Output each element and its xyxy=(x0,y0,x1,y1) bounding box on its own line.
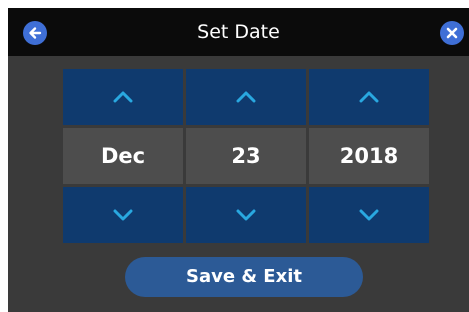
chevron-down-icon xyxy=(113,209,133,221)
title-bar: Set Date xyxy=(8,8,469,56)
month-down-button[interactable] xyxy=(63,187,183,243)
date-picker: Dec 23 2018 xyxy=(63,69,429,243)
save-exit-button[interactable]: Save & Exit xyxy=(125,257,363,297)
month-value: Dec xyxy=(63,128,183,184)
year-up-button[interactable] xyxy=(309,69,429,125)
year-down-button[interactable] xyxy=(309,187,429,243)
year-value: 2018 xyxy=(309,128,429,184)
close-button[interactable] xyxy=(440,21,464,45)
day-column: 23 xyxy=(186,69,306,243)
back-button[interactable] xyxy=(23,21,47,45)
day-up-button[interactable] xyxy=(186,69,306,125)
page-title: Set Date xyxy=(197,21,280,43)
chevron-up-icon xyxy=(236,91,256,103)
day-down-button[interactable] xyxy=(186,187,306,243)
chevron-up-icon xyxy=(359,91,379,103)
chevron-down-icon xyxy=(359,209,379,221)
day-value: 23 xyxy=(186,128,306,184)
arrow-left-icon xyxy=(29,27,42,39)
year-column: 2018 xyxy=(309,69,429,243)
month-column: Dec xyxy=(63,69,183,243)
close-icon xyxy=(446,27,458,39)
chevron-down-icon xyxy=(236,209,256,221)
month-up-button[interactable] xyxy=(63,69,183,125)
date-screen: Set Date Dec 23 2018 Save & Exit xyxy=(8,8,469,312)
chevron-up-icon xyxy=(113,91,133,103)
